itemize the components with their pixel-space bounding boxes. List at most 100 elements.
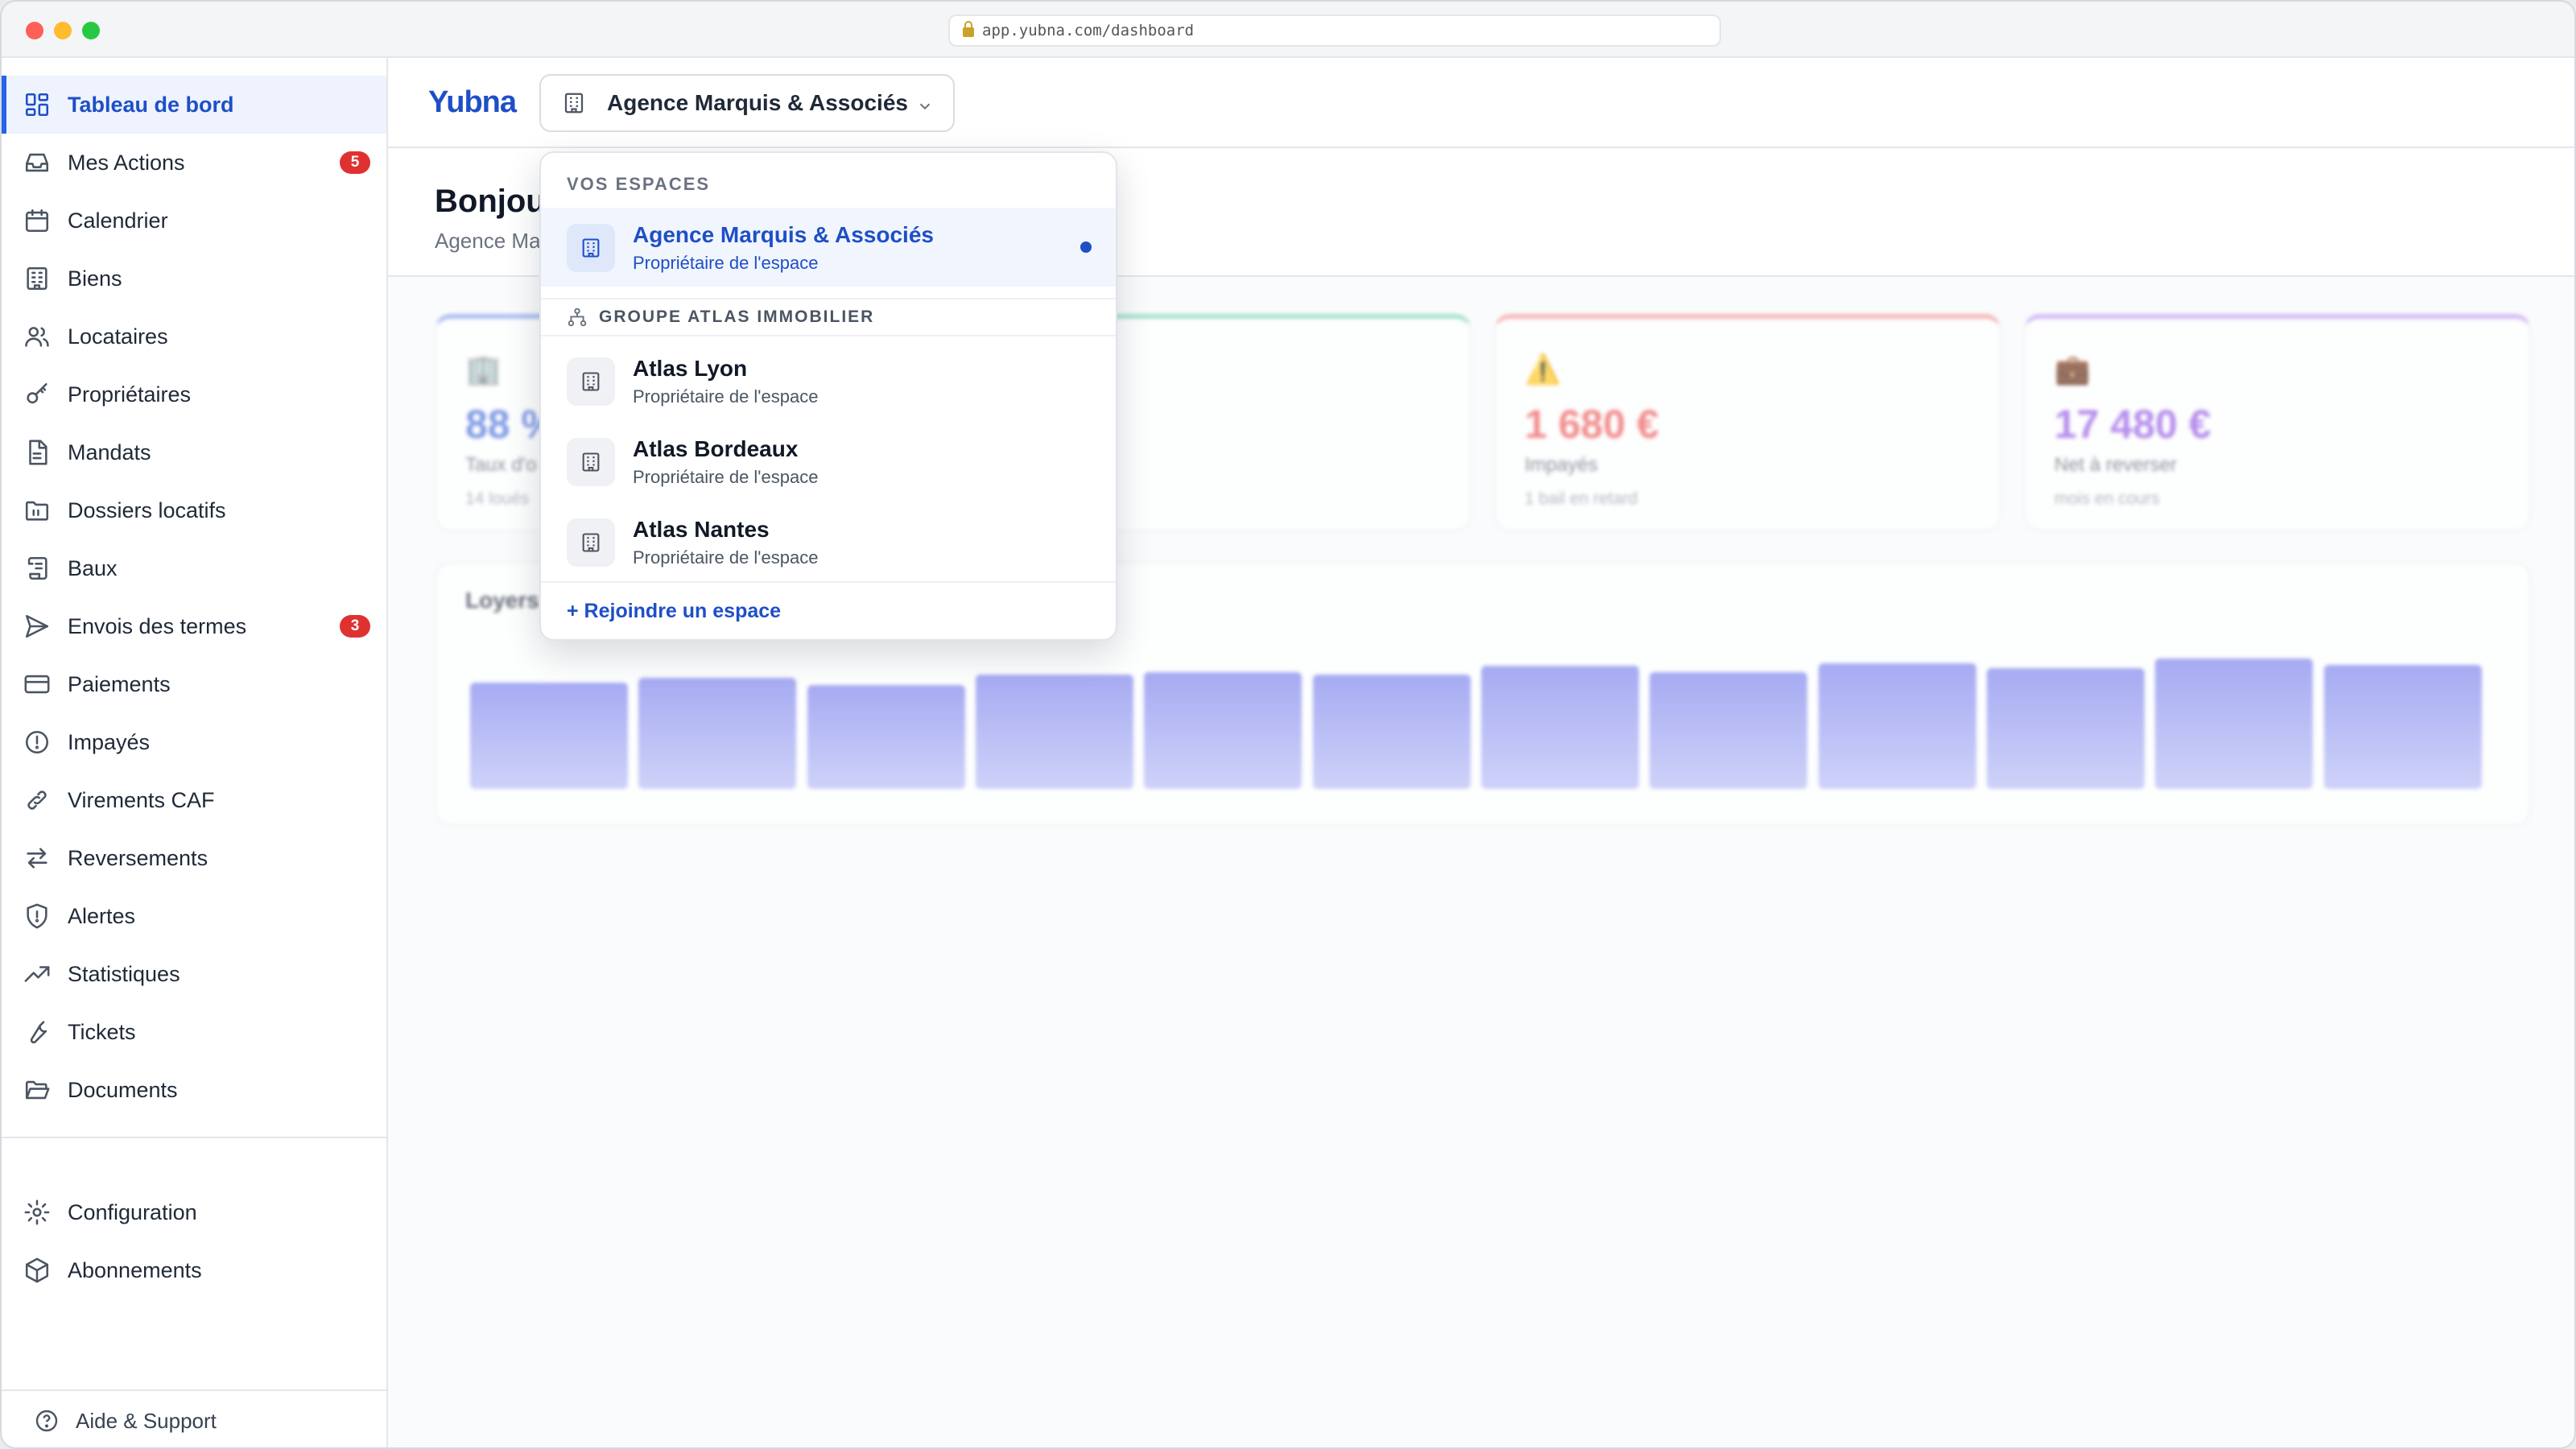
stat-card: 💼 17 480 € Net à reverser mois en cours	[2024, 314, 2531, 531]
stat-label: Net à reverser	[2054, 454, 2178, 476]
space-switcher-dropdown: VOS ESPACES Agence Marquis & Associés Pr…	[539, 151, 1117, 641]
stat-card: ⚠️ 1 680 € Impayés 1 bail en retard	[1494, 314, 2001, 531]
chart-bar	[2155, 658, 2314, 789]
close-window-button[interactable]	[26, 22, 43, 39]
current-space-label: Agence Marquis & Associés	[607, 90, 908, 115]
sidebar-item-biens[interactable]: Biens	[2, 250, 386, 308]
address-bar[interactable]: app.yubna.com/dashboard	[948, 14, 1721, 47]
send-icon	[23, 612, 52, 641]
building-icon	[23, 264, 52, 293]
top-bar: Yubna Agence Marquis & Associés	[388, 58, 2574, 148]
url-text: app.yubna.com/dashboard	[982, 22, 1195, 39]
sidebar: Tableau de bord Mes Actions 5 Calendrier Bie…	[2, 58, 388, 1447]
sidebar-item-configuration[interactable]: Configuration	[2, 1183, 386, 1241]
greeting-subtitle: Agence Ma	[435, 229, 541, 253]
stat-label: Taux d'o	[465, 454, 537, 476]
space-name: Atlas Lyon	[633, 356, 748, 381]
sidebar-item-tableau-de-bord[interactable]: Tableau de bord	[2, 76, 386, 134]
wrench-icon	[23, 1018, 52, 1046]
building-icon	[567, 224, 615, 272]
stat-value: 17 480 €	[2054, 402, 2211, 447]
title-bar: app.yubna.com/dashboard	[2, 2, 2574, 58]
users-icon	[23, 322, 52, 351]
space-option-atlas-bordeaux[interactable]: Atlas Bordeaux Propriétaire de l'espace	[541, 422, 1116, 501]
network-icon	[568, 308, 587, 327]
stat-icon: 🏢	[465, 353, 502, 386]
sidebar-item-label: Propriétaires	[68, 382, 192, 407]
alert-circle-icon	[23, 728, 52, 757]
main-area: Yubna Agence Marquis & Associés Bonjou A…	[388, 58, 2574, 1447]
sidebar-item-virements-caf[interactable]: Virements CAF	[2, 771, 386, 829]
space-switcher-button[interactable]: Agence Marquis & Associés	[539, 74, 955, 132]
transfer-icon	[23, 786, 52, 815]
sidebar-item-label: Configuration	[68, 1199, 197, 1224]
sidebar-item-label: Mandats	[68, 440, 151, 464]
stat-icon: 💼	[2054, 353, 2091, 386]
chart-bar	[638, 678, 797, 789]
chart-bar	[807, 685, 965, 789]
space-role: Propriétaire de l'espace	[633, 467, 819, 487]
sidebar-item-mes-actions[interactable]: Mes Actions 5	[2, 134, 386, 192]
sidebar-item-alertes[interactable]: Alertes	[2, 887, 386, 945]
space-option-atlas-lyon[interactable]: Atlas Lyon Propriétaire de l'espace	[541, 341, 1116, 420]
app-logo[interactable]: Yubna	[428, 85, 517, 120]
shield-icon	[23, 902, 52, 931]
sidebar-item-mandats[interactable]: Mandats	[2, 423, 386, 481]
sidebar-item-impayes[interactable]: Impayés	[2, 713, 386, 771]
maximize-window-button[interactable]	[82, 22, 100, 39]
sidebar-item-abonnements[interactable]: Abonnements	[2, 1241, 386, 1299]
chart-bar	[1144, 671, 1302, 789]
sidebar-nav-secondary: Configuration Abonnements	[2, 1183, 386, 1299]
sidebar-item-label: Tickets	[68, 1019, 136, 1044]
selected-indicator	[1080, 242, 1092, 253]
chart-bar	[470, 683, 628, 789]
space-name: Atlas Nantes	[633, 517, 770, 542]
building-icon	[567, 438, 615, 486]
sidebar-item-baux[interactable]: Baux	[2, 539, 386, 597]
sidebar-item-label: Baux	[68, 555, 118, 580]
sidebar-item-label: Virements CAF	[68, 787, 215, 812]
help-support-link[interactable]: Aide & Support	[2, 1389, 386, 1447]
stat-label: Impayés	[1525, 454, 1598, 476]
sidebar-item-label: Biens	[68, 266, 122, 291]
sidebar-item-reversements[interactable]: Reversements	[2, 829, 386, 887]
sidebar-item-dossiers-locatifs[interactable]: Dossiers locatifs	[2, 481, 386, 539]
space-option-atlas-nantes[interactable]: Atlas Nantes Propriétaire de l'espace	[541, 502, 1116, 581]
sidebar-item-label: Abonnements	[68, 1257, 202, 1282]
sidebar-item-label: Documents	[68, 1077, 178, 1102]
chart-bar	[2323, 664, 2482, 789]
sidebar-item-calendrier[interactable]: Calendrier	[2, 192, 386, 250]
stat-icon: ⚠️	[1525, 353, 1561, 386]
browser-window: app.yubna.com/dashboard Tableau de bord M…	[0, 0, 2576, 1449]
sidebar-item-proprietaires[interactable]: Propriétaires	[2, 365, 386, 423]
sidebar-item-label: Paiements	[68, 671, 171, 696]
building-icon	[567, 518, 615, 567]
sidebar-item-statistiques[interactable]: Statistiques	[2, 945, 386, 1003]
notification-badge: 3	[340, 615, 370, 638]
sidebar-divider	[2, 1137, 386, 1138]
chart-bar	[976, 674, 1133, 789]
greeting-title: Bonjou	[435, 184, 546, 219]
help-circle-icon	[35, 1410, 58, 1432]
scroll-icon	[23, 554, 52, 583]
chart-bar	[1481, 666, 1639, 789]
file-icon	[23, 438, 52, 467]
join-space-button[interactable]: + Rejoindre un espace	[541, 581, 1116, 639]
gear-icon	[23, 1198, 52, 1227]
sidebar-item-envois-des-termes[interactable]: Envois des termes 3	[2, 597, 386, 655]
stat-sublabel: mois en cours	[2054, 489, 2160, 508]
chart-title: Loyers	[465, 588, 539, 613]
bar-chart	[470, 644, 2492, 789]
sidebar-item-paiements[interactable]: Paiements	[2, 655, 386, 713]
notification-badge: 5	[340, 151, 370, 174]
sidebar-item-label: Dossiers locatifs	[68, 497, 226, 522]
sidebar-item-locataires[interactable]: Locataires	[2, 308, 386, 365]
space-option-current[interactable]: Agence Marquis & Associés Propriétaire d…	[541, 208, 1116, 287]
minimize-window-button[interactable]	[54, 22, 72, 39]
sidebar-item-tickets[interactable]: Tickets	[2, 1003, 386, 1061]
folder-open-icon	[23, 1075, 52, 1104]
sidebar-item-label: Tableau de bord	[68, 92, 234, 117]
sidebar-item-documents[interactable]: Documents	[2, 1061, 386, 1119]
help-support-label: Aide & Support	[76, 1408, 217, 1433]
sidebar-item-label: Mes Actions	[68, 150, 185, 175]
